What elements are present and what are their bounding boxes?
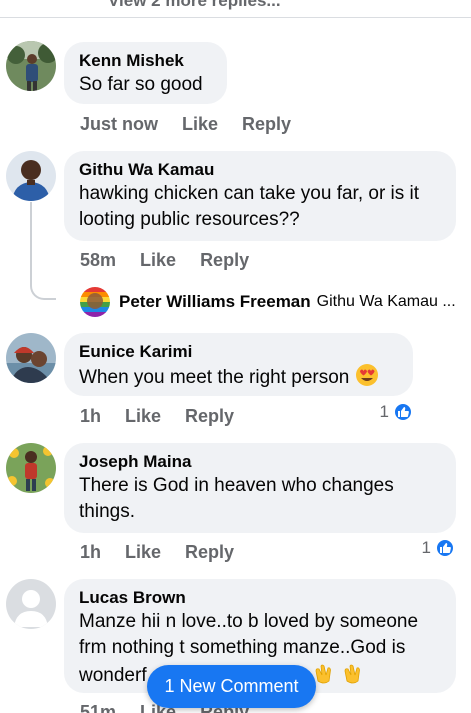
avatar[interactable] <box>6 151 56 201</box>
like-button[interactable]: Like <box>125 406 161 426</box>
comment-text: When you meet the right person <box>79 363 398 391</box>
comment-author[interactable]: Kenn Mishek <box>79 50 212 72</box>
comment-actions: 1h Like Reply <box>80 406 258 427</box>
like-button[interactable]: Like <box>125 542 161 562</box>
comment-text-line: looting public resources?? <box>79 209 300 230</box>
avatar[interactable] <box>6 579 56 629</box>
comment-author[interactable]: Eunice Karimi <box>79 341 398 363</box>
reply-thread-line <box>30 202 56 300</box>
reply-text: Githu Wa Kamau ... <box>316 293 456 310</box>
avatar[interactable] <box>6 443 56 493</box>
reply-button[interactable]: Reply <box>185 542 234 562</box>
reaction-count[interactable]: 1 <box>422 538 455 558</box>
avatar[interactable] <box>6 41 56 91</box>
comment-time[interactable]: 51m <box>80 702 116 713</box>
comment-text: So far so good <box>79 74 203 95</box>
comment-author[interactable]: Lucas Brown <box>79 587 441 609</box>
like-reaction-icon <box>393 402 413 422</box>
reply-author[interactable]: Peter Williams Freeman <box>119 292 311 312</box>
reply-preview[interactable]: Peter Williams Freeman Githu Wa Kamau ..… <box>80 286 456 318</box>
comment-time[interactable]: 58m <box>80 250 116 270</box>
like-reaction-icon <box>435 538 455 558</box>
comment-time[interactable]: 1h <box>80 406 101 426</box>
like-button[interactable]: Like <box>140 250 176 270</box>
reply-button[interactable]: Reply <box>242 114 291 134</box>
comment-bubble: Joseph Maina There is God in heaven who … <box>64 443 456 533</box>
reply-button[interactable]: Reply <box>185 406 234 426</box>
comment-text-line: frm nothing t something manze..God is <box>79 637 406 658</box>
reaction-count[interactable]: 1 <box>380 402 413 422</box>
comment-actions: 1h Like Reply <box>80 542 258 563</box>
new-comment-button[interactable]: 1 New Comment <box>147 665 316 708</box>
comment-time[interactable]: 1h <box>80 542 101 562</box>
comment-actions: 58m Like Reply <box>80 250 273 271</box>
comment-author[interactable]: Githu Wa Kamau <box>79 159 441 181</box>
heart-eyes-emoji-icon <box>355 364 378 386</box>
comment-bubble: Eunice Karimi When you meet the right pe… <box>64 333 413 396</box>
clapping-hands-emoji-icon <box>344 664 361 684</box>
comment-text-line: Manze hii n love..to b loved by someone <box>79 611 419 632</box>
reply-button[interactable]: Reply <box>200 250 249 270</box>
comment-time[interactable]: Just now <box>80 114 158 134</box>
reply-avatar <box>80 287 110 317</box>
like-button[interactable]: Like <box>182 114 218 134</box>
comment-bubble: Githu Wa Kamau hawking chicken can take … <box>64 151 456 241</box>
comment-text-line: There is God in heaven who changes <box>79 475 394 496</box>
avatar[interactable] <box>6 333 56 383</box>
comment-author[interactable]: Joseph Maina <box>79 451 441 473</box>
comment-text-line: things. <box>79 501 135 522</box>
comment-text-line: hawking chicken can take you far, or is … <box>79 183 420 204</box>
comment-actions: Just now Like Reply <box>80 114 315 135</box>
comment-bubble: Kenn Mishek So far so good <box>64 42 227 104</box>
view-more-replies-link[interactable]: View 2 more replies... <box>0 0 471 18</box>
